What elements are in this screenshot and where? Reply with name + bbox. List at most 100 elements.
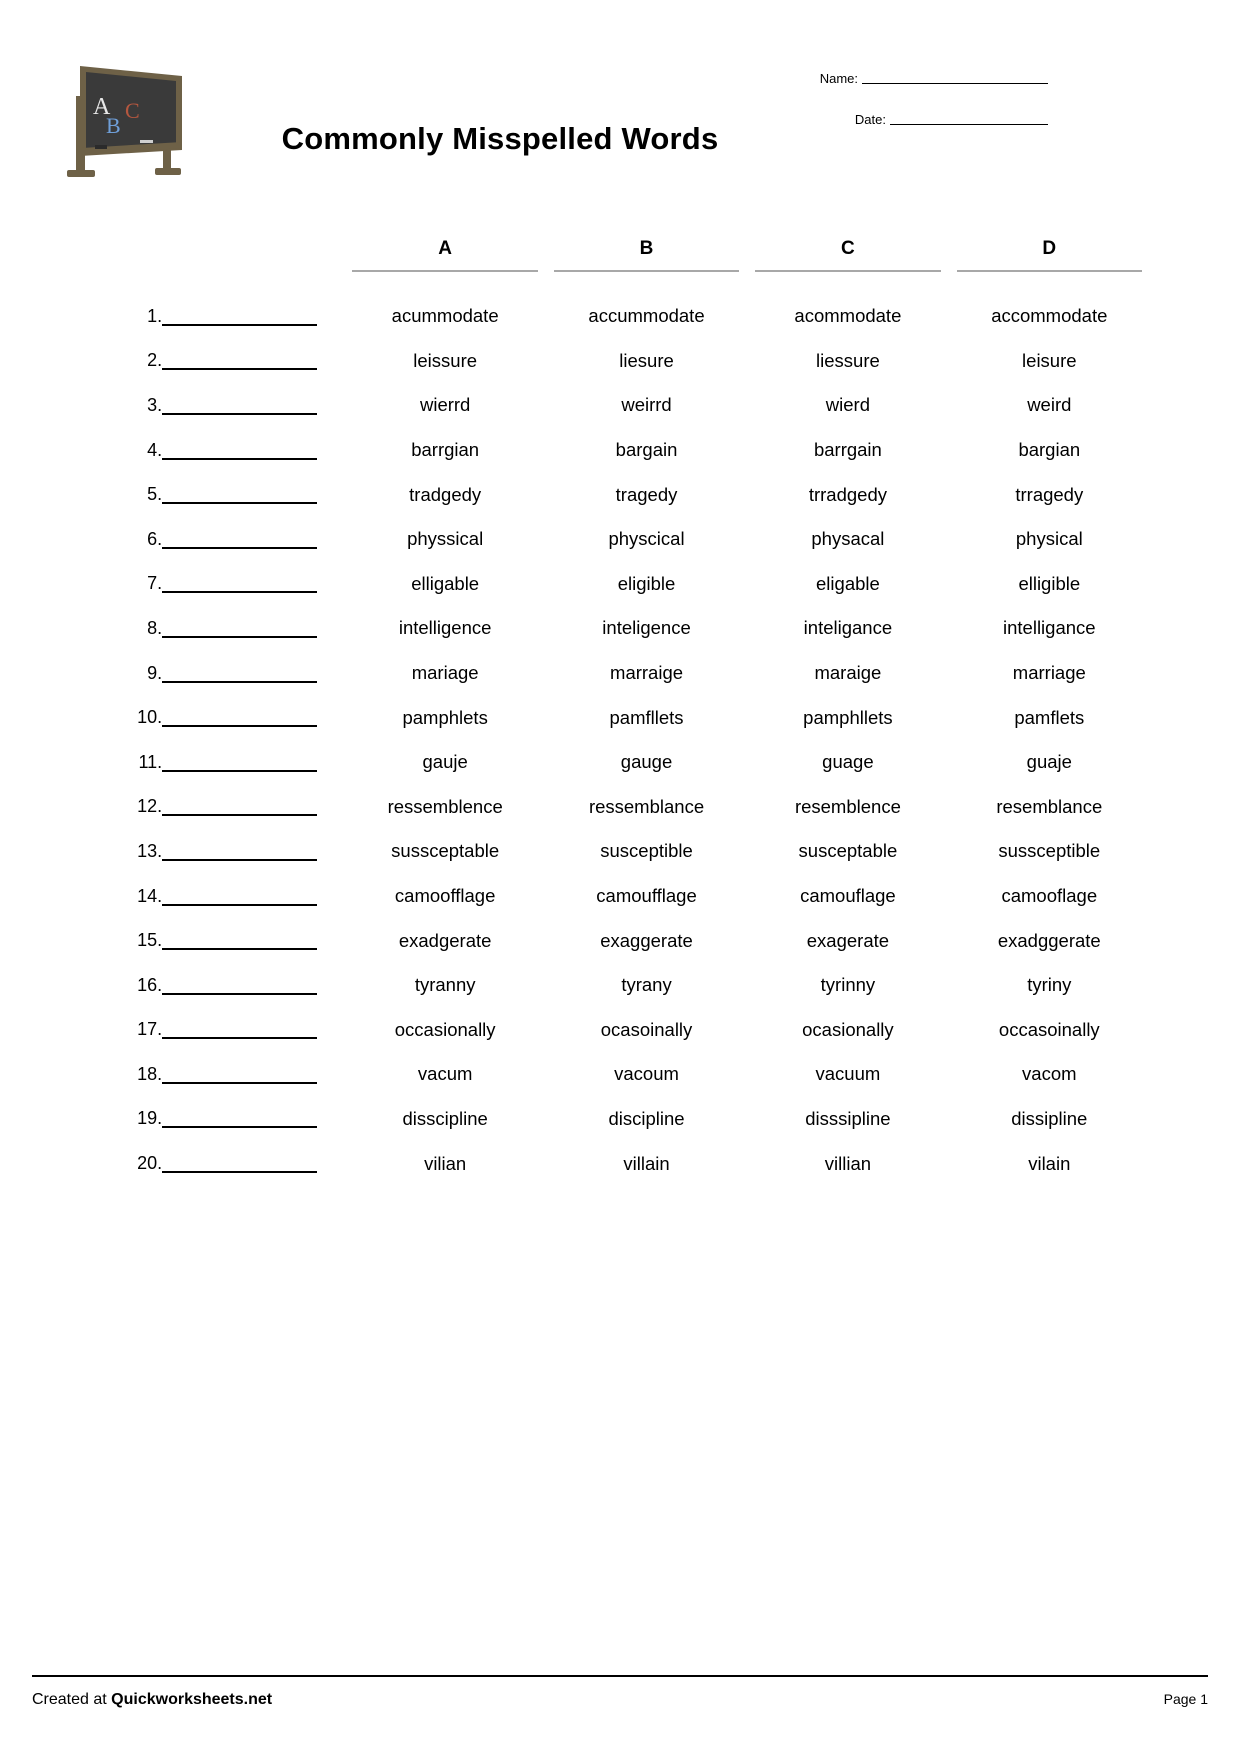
option-b[interactable]: gauge <box>546 740 747 785</box>
option-d[interactable]: tyriny <box>949 963 1150 1008</box>
option-a[interactable]: intelligence <box>344 606 545 651</box>
option-b[interactable]: ocasoinally <box>546 1008 747 1053</box>
option-a[interactable]: sussceptable <box>344 829 545 874</box>
answer-cell[interactable] <box>162 874 344 919</box>
option-d[interactable]: leisure <box>949 339 1150 384</box>
option-d[interactable]: elligible <box>949 562 1150 607</box>
option-d[interactable]: pamflets <box>949 695 1150 740</box>
option-d[interactable]: dissipline <box>949 1097 1150 1142</box>
option-d[interactable]: guaje <box>949 740 1150 785</box>
answer-blank-line[interactable] <box>162 1109 318 1129</box>
option-d[interactable]: bargian <box>949 428 1150 473</box>
option-b[interactable]: ressemblance <box>546 785 747 830</box>
option-c[interactable]: exagerate <box>747 918 948 963</box>
option-a[interactable]: vilian <box>344 1141 545 1186</box>
answer-cell[interactable] <box>162 517 344 562</box>
answer-cell[interactable] <box>162 606 344 651</box>
option-b[interactable]: discipline <box>546 1097 747 1142</box>
answer-blank-line[interactable] <box>162 1065 318 1084</box>
answer-blank-line[interactable] <box>162 351 318 371</box>
option-b[interactable]: tyrany <box>546 963 747 1008</box>
option-a[interactable]: wierrd <box>344 383 545 428</box>
option-d[interactable]: intelligance <box>949 606 1150 651</box>
option-b[interactable]: exaggerate <box>546 918 747 963</box>
option-a[interactable]: physsical <box>344 517 545 562</box>
answer-blank-line[interactable] <box>162 530 318 549</box>
answer-blank-line[interactable] <box>162 842 318 861</box>
option-a[interactable]: vacum <box>344 1052 545 1097</box>
date-input-blank[interactable] <box>890 123 1048 125</box>
option-b[interactable]: accummodate <box>546 294 747 339</box>
answer-cell[interactable] <box>162 1141 344 1186</box>
option-a[interactable]: barrgian <box>344 428 545 473</box>
option-a[interactable]: gauje <box>344 740 545 785</box>
answer-blank-line[interactable] <box>162 485 318 505</box>
option-c[interactable]: barrgain <box>747 428 948 473</box>
answer-blank-line[interactable] <box>162 619 318 638</box>
answer-blank-line[interactable] <box>162 441 318 460</box>
option-d[interactable]: trragedy <box>949 472 1150 517</box>
option-c[interactable]: vacuum <box>747 1052 948 1097</box>
option-a[interactable]: pamphlets <box>344 695 545 740</box>
option-b[interactable]: tragedy <box>546 472 747 517</box>
option-c[interactable]: disssipline <box>747 1097 948 1142</box>
answer-blank-line[interactable] <box>162 1020 318 1040</box>
option-d[interactable]: vilain <box>949 1141 1150 1186</box>
option-b[interactable]: camoufflage <box>546 874 747 919</box>
option-a[interactable]: ressemblence <box>344 785 545 830</box>
option-a[interactable]: disscipline <box>344 1097 545 1142</box>
option-a[interactable]: tyranny <box>344 963 545 1008</box>
answer-blank-line[interactable] <box>162 307 318 326</box>
option-b[interactable]: marraige <box>546 651 747 696</box>
option-c[interactable]: inteligance <box>747 606 948 651</box>
option-d[interactable]: vacom <box>949 1052 1150 1097</box>
answer-cell[interactable] <box>162 1008 344 1053</box>
option-c[interactable]: tyrinny <box>747 963 948 1008</box>
answer-cell[interactable] <box>162 294 344 339</box>
answer-cell[interactable] <box>162 562 344 607</box>
answer-blank-line[interactable] <box>162 574 318 594</box>
answer-blank-line[interactable] <box>162 753 318 772</box>
option-a[interactable]: mariage <box>344 651 545 696</box>
answer-cell[interactable] <box>162 1097 344 1142</box>
option-c[interactable]: liessure <box>747 339 948 384</box>
option-d[interactable]: occasoinally <box>949 1008 1150 1053</box>
footer-brand-link[interactable]: Quickworksheets.net <box>111 1691 272 1708</box>
answer-cell[interactable] <box>162 651 344 696</box>
option-a[interactable]: acummodate <box>344 294 545 339</box>
option-c[interactable]: resemblence <box>747 785 948 830</box>
option-b[interactable]: liesure <box>546 339 747 384</box>
answer-blank-line[interactable] <box>162 664 318 683</box>
option-b[interactable]: eligible <box>546 562 747 607</box>
option-b[interactable]: weirrd <box>546 383 747 428</box>
answer-cell[interactable] <box>162 829 344 874</box>
answer-blank-line[interactable] <box>162 396 318 415</box>
option-a[interactable]: tradgedy <box>344 472 545 517</box>
option-d[interactable]: exadggerate <box>949 918 1150 963</box>
option-b[interactable]: susceptible <box>546 829 747 874</box>
answer-cell[interactable] <box>162 695 344 740</box>
option-d[interactable]: weird <box>949 383 1150 428</box>
option-b[interactable]: vacoum <box>546 1052 747 1097</box>
option-a[interactable]: occasionally <box>344 1008 545 1053</box>
option-d[interactable]: sussceptible <box>949 829 1150 874</box>
option-c[interactable]: maraige <box>747 651 948 696</box>
answer-blank-line[interactable] <box>162 887 318 906</box>
answer-blank-line[interactable] <box>162 708 318 728</box>
option-b[interactable]: villain <box>546 1141 747 1186</box>
answer-cell[interactable] <box>162 1052 344 1097</box>
option-c[interactable]: physacal <box>747 517 948 562</box>
option-d[interactable]: resemblance <box>949 785 1150 830</box>
option-a[interactable]: exadgerate <box>344 918 545 963</box>
option-c[interactable]: trradgedy <box>747 472 948 517</box>
option-c[interactable]: wierd <box>747 383 948 428</box>
option-b[interactable]: pamfllets <box>546 695 747 740</box>
option-d[interactable]: marriage <box>949 651 1150 696</box>
option-a[interactable]: leissure <box>344 339 545 384</box>
option-d[interactable]: camooflage <box>949 874 1150 919</box>
option-c[interactable]: eligable <box>747 562 948 607</box>
option-c[interactable]: ocasionally <box>747 1008 948 1053</box>
name-input-blank[interactable] <box>862 82 1048 84</box>
answer-cell[interactable] <box>162 472 344 517</box>
option-d[interactable]: physical <box>949 517 1150 562</box>
